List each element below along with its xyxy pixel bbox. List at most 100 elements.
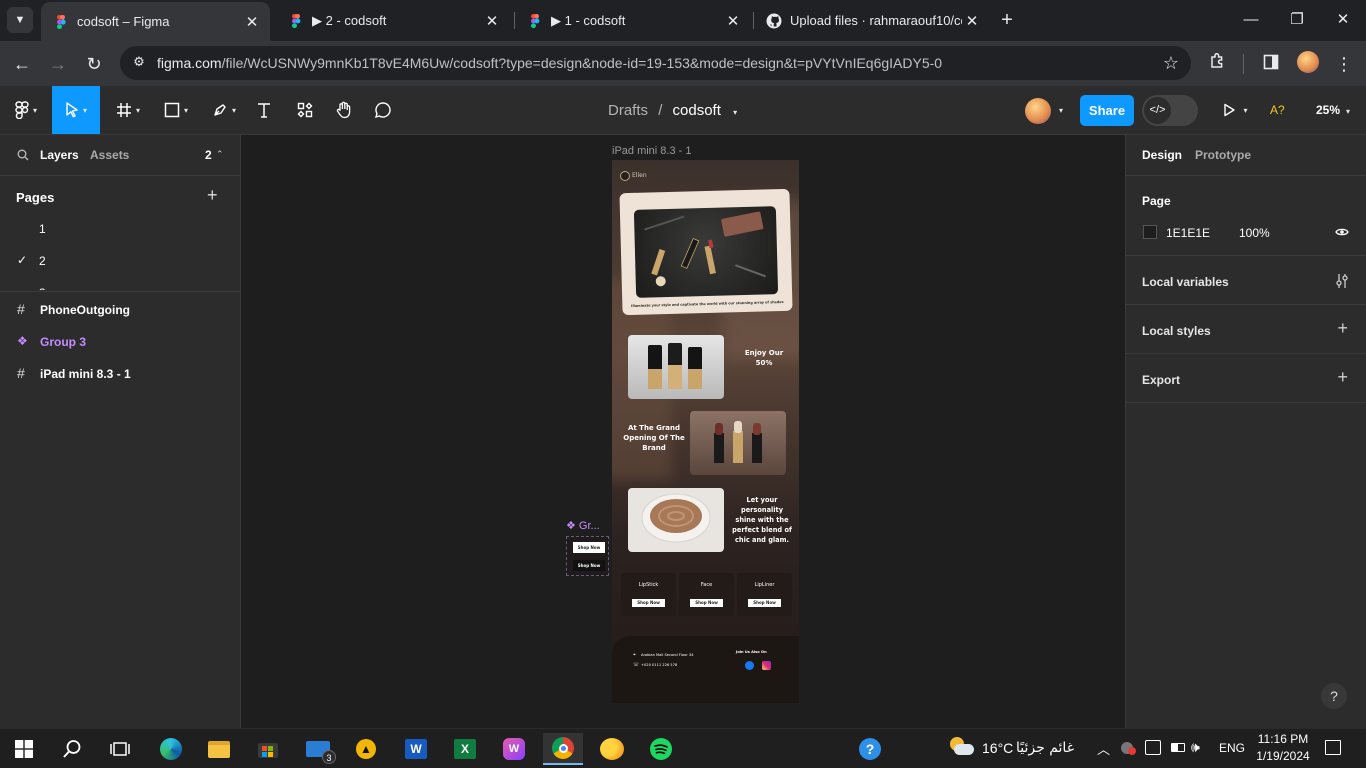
task-view-icon[interactable]: [100, 733, 140, 765]
missing-fonts-indicator[interactable]: A?: [1270, 103, 1285, 117]
side-panel-icon[interactable]: [1258, 51, 1284, 77]
mail-icon[interactable]: 3: [298, 733, 338, 765]
close-tab-icon[interactable]: ✕: [242, 13, 262, 31]
weather-temperature[interactable]: 16°C: [982, 740, 1013, 756]
background-opacity[interactable]: 100%: [1239, 226, 1270, 240]
background-hex[interactable]: 1E1E1E: [1166, 226, 1210, 240]
file-explorer-icon[interactable]: [199, 733, 239, 765]
file-name[interactable]: codsoft: [673, 102, 721, 119]
tab-layers[interactable]: Layers: [40, 148, 79, 162]
search-icon[interactable]: [17, 149, 29, 161]
microsoft-store-icon[interactable]: [248, 733, 288, 765]
local-variables-title[interactable]: Local variables: [1142, 275, 1229, 289]
close-tab-icon[interactable]: ✕: [482, 12, 502, 30]
page-counter[interactable]: 2: [205, 148, 212, 162]
page-item-1[interactable]: 1: [0, 212, 240, 244]
move-tool-button[interactable]: ▾: [52, 86, 100, 134]
facebook-icon[interactable]: [745, 661, 754, 670]
network-tray-icon[interactable]: [1145, 740, 1161, 755]
layer-ipad-mini[interactable]: # iPad mini 8.3 - 1: [0, 357, 240, 389]
tab-2-codsoft[interactable]: ▶ 2 - codsoft ✕: [276, 0, 510, 41]
edge-icon[interactable]: [151, 733, 191, 765]
shop-now-button[interactable]: Shop Now: [690, 599, 723, 607]
variables-settings-icon[interactable]: [1335, 273, 1349, 289]
add-export-icon[interactable]: +: [1337, 367, 1348, 388]
ipad-frame[interactable]: Ellen Illuminate your style and captivat…: [612, 160, 799, 703]
address-bar[interactable]: ⚙ figma.com/file/WcUSNWy9mnKb1T8vE4M6Uw/…: [120, 46, 1191, 80]
page-item-3[interactable]: 3: [0, 276, 240, 290]
background-color-swatch[interactable]: [1143, 225, 1157, 239]
shop-now-button-dark[interactable]: Shop Now: [573, 560, 605, 571]
figma-main-menu-button[interactable]: ▾: [6, 86, 46, 134]
language-indicator[interactable]: ENG: [1219, 741, 1245, 755]
profile-avatar[interactable]: [1297, 51, 1319, 73]
group-label[interactable]: ❖ Gr...: [566, 519, 600, 532]
tab-1-codsoft[interactable]: ▶ 1 - codsoft ✕: [515, 0, 751, 41]
extensions-icon[interactable]: [1205, 51, 1231, 77]
system-clock[interactable]: 11:16 PM 1/19/2024: [1252, 732, 1314, 763]
help-app-icon[interactable]: ?: [850, 733, 890, 765]
present-button[interactable]: ▾: [1218, 86, 1252, 134]
weather-description[interactable]: غائم جزئيًا: [1016, 740, 1074, 756]
tab-design[interactable]: Design: [1142, 148, 1182, 162]
shop-now-button[interactable]: Shop Now: [632, 599, 665, 607]
group-3[interactable]: Shop Now Shop Now: [566, 536, 609, 576]
close-tab-icon[interactable]: ✕: [962, 12, 982, 30]
tab-prototype[interactable]: Prototype: [1195, 148, 1251, 162]
pen-tool-button[interactable]: ▾: [204, 86, 244, 134]
shop-now-button[interactable]: Shop Now: [573, 542, 605, 553]
help-button[interactable]: ?: [1321, 683, 1347, 709]
site-info-icon[interactable]: ⚙: [130, 54, 148, 72]
browser-menu-icon[interactable]: ⋮: [1331, 51, 1357, 77]
battery-icon[interactable]: [1171, 743, 1185, 752]
tab-search-button[interactable]: ▼: [7, 7, 33, 33]
frame-tool-button[interactable]: ▾: [108, 86, 148, 134]
weather-icon[interactable]: [948, 735, 974, 759]
restore-button[interactable]: ❐: [1285, 8, 1309, 32]
zoom-level[interactable]: 25% ▾: [1316, 103, 1350, 117]
chevron-up-icon[interactable]: ⌃: [216, 149, 224, 160]
dev-mode-toggle[interactable]: </>: [1142, 95, 1198, 126]
add-style-icon[interactable]: +: [1337, 318, 1348, 339]
frame-label[interactable]: iPad mini 8.3 - 1: [612, 145, 691, 157]
hand-tool-button[interactable]: [332, 86, 356, 134]
shape-tool-button[interactable]: ▾: [156, 86, 196, 134]
antivirus-tray-icon[interactable]: [1121, 742, 1136, 755]
chevron-down-icon[interactable]: ▾: [1059, 106, 1063, 115]
forward-arrow-icon[interactable]: →: [45, 51, 71, 77]
eye-icon[interactable]: [1335, 227, 1349, 237]
word-icon[interactable]: W: [396, 733, 436, 765]
design-canvas[interactable]: iPad mini 8.3 - 1 Ellen Illuminate your …: [241, 135, 1125, 728]
layer-phoneoutgoing[interactable]: # PhoneOutgoing: [0, 293, 240, 325]
back-arrow-icon[interactable]: ←: [9, 51, 35, 77]
weather-app-icon[interactable]: [592, 733, 632, 765]
excel-icon[interactable]: X: [445, 733, 485, 765]
notification-icon[interactable]: [1325, 740, 1341, 755]
volume-icon[interactable]: 🕪: [1191, 739, 1200, 756]
chrome-icon[interactable]: [543, 733, 583, 765]
layer-group-3[interactable]: ❖ Group 3: [0, 325, 240, 357]
tab-upload-files-github[interactable]: Upload files · rahmaraouf10/codsoft ✕: [754, 0, 990, 41]
tab-codsoft-figma[interactable]: codsoft – Figma ✕: [41, 2, 270, 41]
share-button[interactable]: Share: [1080, 95, 1134, 126]
bookmark-star-icon[interactable]: ☆: [1163, 53, 1179, 74]
comment-tool-button[interactable]: [372, 86, 394, 134]
taskbar-search-icon[interactable]: [52, 733, 92, 765]
text-tool-button[interactable]: [252, 86, 276, 134]
user-avatar[interactable]: [1025, 98, 1051, 124]
minimize-button[interactable]: —: [1239, 8, 1263, 32]
tab-assets[interactable]: Assets: [90, 148, 129, 162]
breadcrumb-drafts[interactable]: Drafts: [608, 102, 648, 119]
add-page-icon[interactable]: +: [207, 185, 218, 206]
windows-start-icon[interactable]: [4, 733, 44, 765]
resources-tool-button[interactable]: [292, 86, 318, 134]
wps-icon[interactable]: W: [494, 733, 534, 765]
close-tab-icon[interactable]: ✕: [723, 12, 743, 30]
page-item-2[interactable]: ✓ 2: [0, 244, 240, 276]
vpn-app-icon[interactable]: ▲: [346, 733, 386, 765]
chevron-down-icon[interactable]: ▾: [733, 108, 737, 117]
reload-icon[interactable]: ↻: [81, 51, 107, 77]
spotify-icon[interactable]: [641, 733, 681, 765]
url-text[interactable]: figma.com/file/WcUSNWy9mnKb1T8vE4M6Uw/co…: [157, 55, 942, 71]
new-tab-button[interactable]: +: [996, 9, 1018, 31]
